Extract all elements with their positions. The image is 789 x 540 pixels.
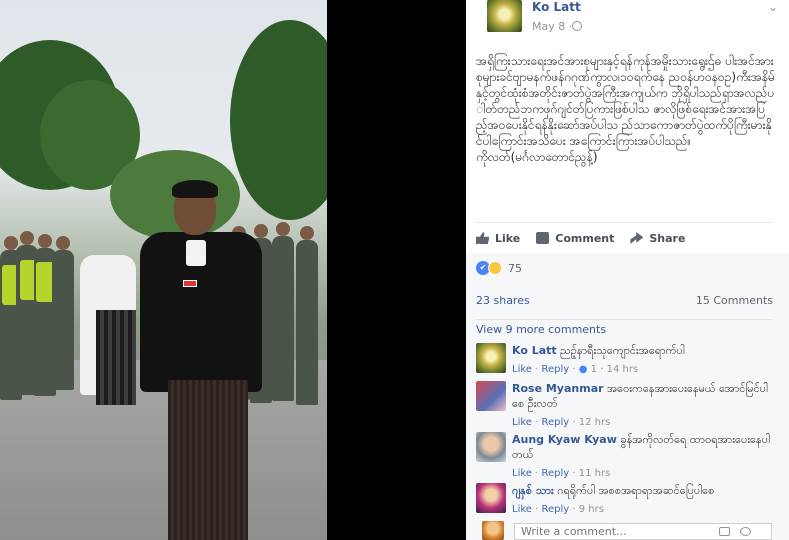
- tree-right: [230, 20, 327, 220]
- comment-meta: Like · Reply · 9 hrs: [512, 504, 604, 515]
- avatar[interactable]: [476, 483, 506, 513]
- share-icon: [630, 232, 644, 244]
- emoji-icon[interactable]: [740, 527, 751, 536]
- share-button[interactable]: Share: [630, 228, 685, 248]
- avatar: [482, 521, 504, 540]
- comment-meta: Like · Reply · ● 1 · 14 hrs: [512, 364, 639, 375]
- comment-text: ဂရရိုက်ပါ အစစအရာရာအဆင်ပြေပါစေ: [557, 484, 715, 497]
- like-button[interactable]: Like: [476, 228, 520, 248]
- like-icon: [476, 232, 489, 244]
- comment-meta: Like · Reply · 11 hrs: [512, 468, 611, 479]
- post-date[interactable]: May 8 ·: [532, 20, 572, 33]
- comment-composer: [476, 521, 776, 540]
- comment-like-link[interactable]: Like: [512, 504, 532, 515]
- post-text: အရှိကြးသားရေးအင်အားစုများနှင့်ရန်ကုန်အမှ…: [476, 54, 775, 164]
- post-actions: Like Comment Share: [476, 228, 772, 248]
- comment-author[interactable]: Aung Kyaw Kyaw: [512, 433, 617, 446]
- comment-author[interactable]: Ko Latt: [512, 344, 557, 357]
- comment-reply-link[interactable]: Reply: [541, 504, 569, 515]
- avatar[interactable]: [476, 343, 506, 373]
- avatar[interactable]: [476, 381, 506, 411]
- divider: [476, 319, 772, 320]
- haha-reaction-icon: [488, 261, 502, 275]
- comment-time: 14 hrs: [606, 364, 639, 375]
- like-label: Like: [495, 231, 521, 245]
- share-label: Share: [649, 231, 686, 245]
- poster-name[interactable]: Ko Latt: [532, 0, 581, 14]
- comment-label: Comment: [555, 231, 615, 245]
- photo-viewer: [0, 0, 466, 540]
- comment-reply-link[interactable]: Reply: [541, 417, 569, 428]
- comment-reply-link[interactable]: Reply: [541, 364, 569, 375]
- comment-author[interactable]: Rose Myanmar: [512, 382, 604, 395]
- flag-badge: [183, 280, 197, 287]
- comment-like-link[interactable]: Like: [512, 364, 532, 375]
- camera-icon[interactable]: [719, 527, 730, 536]
- post-header: Ko Latt May 8 · ⌄: [476, 0, 778, 36]
- globe-icon: [572, 21, 582, 31]
- comment-author[interactable]: ဂျနှစ် သား: [512, 484, 554, 497]
- like-count-icon: ●: [578, 364, 588, 375]
- shares-count[interactable]: 23 shares: [476, 294, 530, 307]
- man-longyi: [168, 380, 248, 540]
- comment-input[interactable]: [514, 523, 772, 540]
- man-hair: [172, 180, 218, 198]
- comment-reply-link[interactable]: Reply: [541, 468, 569, 479]
- comment-time: 11 hrs: [578, 468, 611, 479]
- comment-meta: Like · Reply · 12 hrs: [512, 417, 611, 428]
- comment-like-link[interactable]: Like: [512, 468, 532, 479]
- man-shirt: [186, 240, 206, 266]
- post-photo[interactable]: [0, 0, 327, 540]
- comment-text: ညဉ့်နာရီးသုကျောင်းအရောက်ပါ: [560, 344, 685, 357]
- comment-button[interactable]: Comment: [536, 228, 614, 248]
- view-more-comments[interactable]: View 9 more comments: [476, 323, 606, 336]
- comment-time: 9 hrs: [578, 504, 604, 515]
- reaction-count: 75: [508, 261, 522, 275]
- chevron-down-icon[interactable]: ⌄: [768, 0, 778, 14]
- comments-count[interactable]: 15 Comments: [696, 294, 773, 307]
- divider: [476, 222, 772, 223]
- avatar[interactable]: [476, 432, 506, 462]
- poster-avatar[interactable]: [487, 0, 522, 32]
- comment-like-count: 1: [590, 364, 598, 375]
- comment-icon: [536, 232, 550, 244]
- post-panel: Ko Latt May 8 · ⌄ အရှိကြးသားရေးအင်အားစုမ…: [466, 0, 789, 540]
- bystander-longyi: [96, 310, 136, 405]
- reaction-summary[interactable]: ✔ 75: [476, 261, 522, 275]
- comment-time: 12 hrs: [578, 417, 611, 428]
- comment-like-link[interactable]: Like: [512, 417, 532, 428]
